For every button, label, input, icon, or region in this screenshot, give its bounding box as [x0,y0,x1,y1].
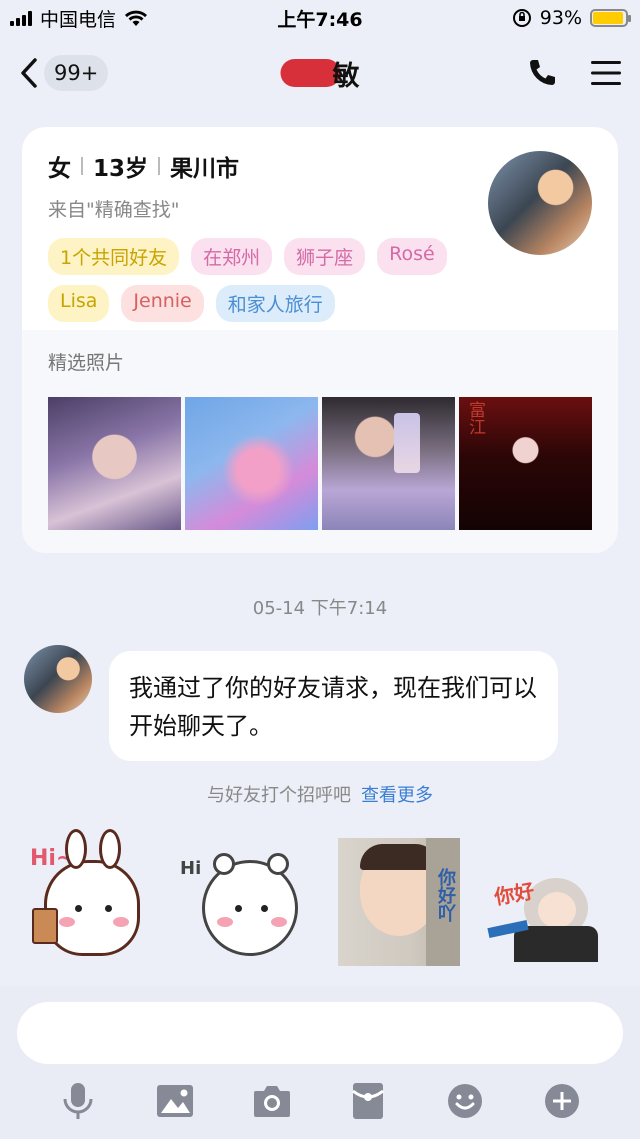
cup-shape [32,908,58,944]
hamburger-menu-icon[interactable] [590,59,622,87]
face-shape [538,892,576,928]
image-button[interactable] [153,1079,197,1123]
emoji-button[interactable] [443,1079,487,1123]
divider [158,157,161,175]
plus-icon [544,1084,579,1118]
orientation-lock-icon [512,9,531,27]
sticker-bear-hi[interactable]: Hi [180,838,314,966]
sticker-text: Hi [180,858,202,879]
voice-button[interactable] [56,1079,100,1123]
see-more-link[interactable]: 查看更多 [361,785,433,806]
phone-shape [394,413,420,473]
clock: 上午7:46 [277,8,363,31]
status-bar: 中国电信 上午7:46 93% [0,0,640,36]
image-icon [156,1085,193,1117]
age-label: 13岁 [93,156,149,182]
city-label: 果川市 [170,156,240,182]
emoji-icon [447,1084,482,1118]
featured-photo[interactable]: 富江 [459,397,592,530]
phone-icon[interactable] [526,57,558,89]
body-shape [514,926,598,962]
contact-name: 敏 [280,54,360,93]
featured-photos-label: 精选照片 [48,352,125,374]
chevron-left-icon [21,58,37,88]
gender-label: 女 [48,156,71,182]
composer-toolbar [0,1076,640,1126]
featured-photos: 富江 [48,397,592,530]
camera-icon [253,1086,290,1117]
sticker-text: 你好吖 [435,868,456,922]
featured-photo[interactable] [185,397,318,530]
greeting-hint-text: 与好友打个招呼吧 [207,785,351,806]
tag-interest: Jennie [121,285,204,322]
red-packet-button[interactable] [346,1079,390,1123]
sticker-anime-girl[interactable]: 你好 [484,838,618,966]
bunny-shape [44,829,140,956]
bear-shape [202,853,298,956]
sticker-baby-peek[interactable]: 你好吖 [338,838,460,966]
contact-name-text: 敏 [332,60,360,92]
sticker-bunny-hi[interactable]: Hi~ [22,829,156,966]
message-bubble[interactable]: 我通过了你的好友请求，现在我们可以开始聊天了。 [109,651,558,761]
composer [0,986,640,1139]
profile-card[interactable]: 女 13岁 果川市 来自"精确查找" 1个共同好友 在郑州 狮子座 Rosé L… [22,127,618,553]
photo-caption: 富江 [465,401,485,435]
battery-icon [590,9,631,27]
profile-avatar[interactable] [488,151,592,255]
camera-button[interactable] [250,1079,294,1123]
red-packet-icon [352,1083,385,1119]
tag-location: 在郑州 [191,238,273,275]
redaction-mark [280,59,341,87]
tag-zodiac: 狮子座 [284,238,366,275]
signal-icon [10,10,32,26]
tag-interest: Rosé [377,238,447,275]
carrier-label: 中国电信 [40,8,117,31]
nav-bar: 99+ 敏 [0,36,640,110]
divider [81,157,83,175]
profile-tags: 1个共同好友 在郑州 狮子座 Rosé Lisa Jennie 和家人旅行 [48,238,468,322]
unread-count-badge: 99+ [44,55,109,91]
featured-photo[interactable] [48,397,181,530]
more-button[interactable] [540,1079,584,1123]
tag-interest: 和家人旅行 [215,285,335,322]
avatar[interactable] [24,645,92,713]
message-input[interactable] [17,1002,623,1064]
featured-photo[interactable] [322,397,455,530]
tag-mutual-friends[interactable]: 1个共同好友 [48,238,180,275]
battery-percent: 93% [539,7,582,29]
back-button[interactable]: 99+ [18,55,109,91]
wifi-icon [125,10,148,26]
message-timestamp: 05-14 下午7:14 [252,598,388,619]
sticker-suggestions: Hi~ Hi 你好吖 你好 [22,829,618,968]
microphone-icon [63,1083,93,1119]
tag-interest: Lisa [48,285,110,322]
greeting-hint: 与好友打个招呼吧 查看更多 [0,781,640,807]
